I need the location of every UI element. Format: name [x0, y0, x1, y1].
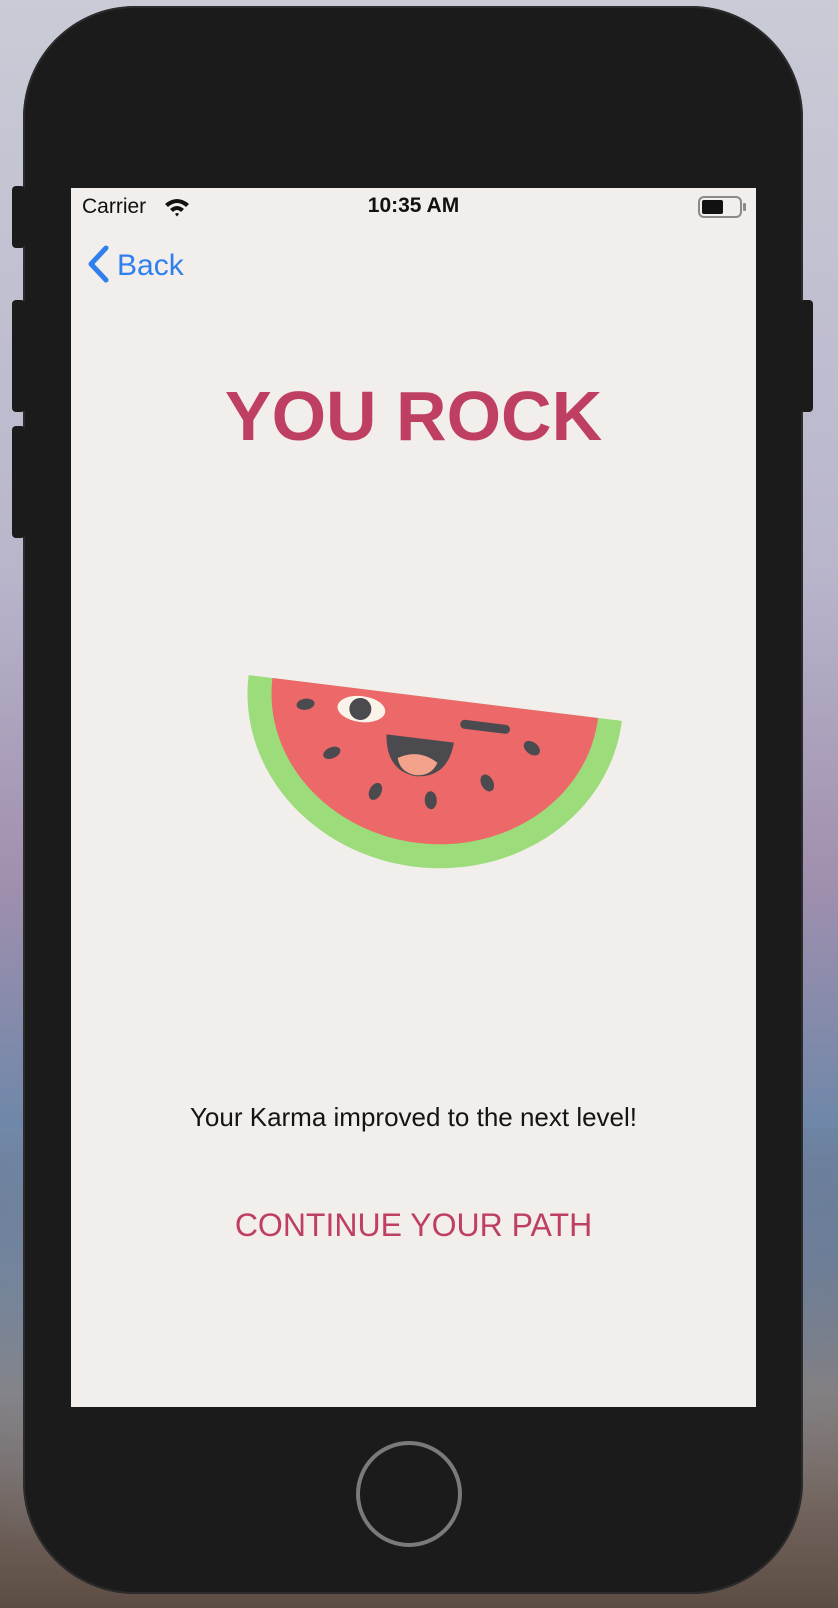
continue-button[interactable]: CONTINUE YOUR PATH [191, 1200, 636, 1250]
volume-down-button [12, 426, 25, 538]
home-button[interactable] [356, 1441, 462, 1547]
clock: 10:35 AM [367, 194, 460, 217]
back-button[interactable]: Back [87, 244, 184, 288]
battery-icon [698, 196, 746, 223]
mute-switch [12, 186, 25, 248]
karma-message: Your Karma improved to the next level! [189, 1102, 638, 1132]
watermelon-illustration [245, 640, 625, 870]
app-screen: Carrier 10:35 AM Back YOU ROCK Your Karm… [71, 188, 756, 1407]
status-bar: Carrier 10:35 AM [71, 188, 756, 228]
volume-up-button [12, 300, 25, 412]
chevron-left-icon [87, 245, 109, 288]
page-title: YOU ROCK [224, 377, 603, 455]
back-label: Back [117, 249, 184, 282]
power-button [800, 300, 813, 412]
